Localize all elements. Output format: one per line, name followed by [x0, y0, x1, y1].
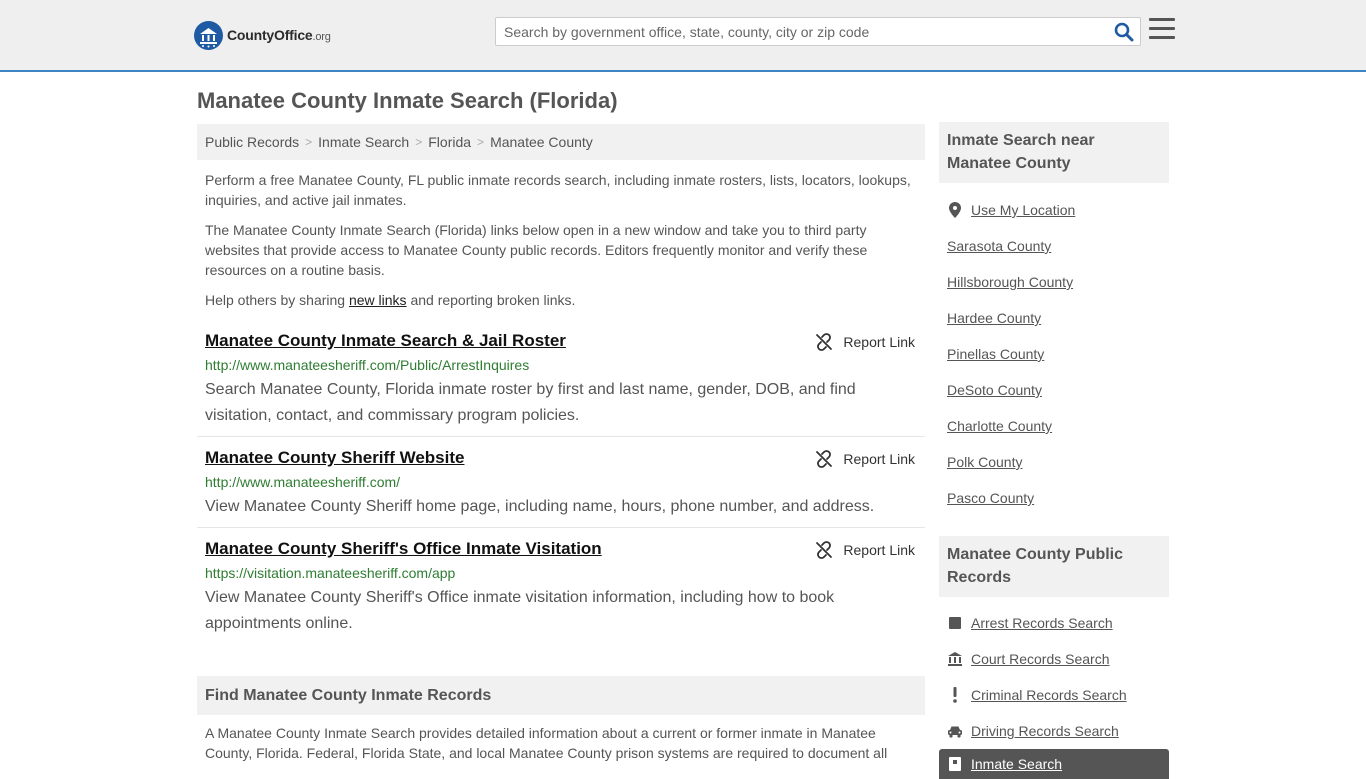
- logo-tld-text: .org: [312, 31, 331, 43]
- breadcrumb-separator: >: [305, 135, 313, 149]
- breadcrumb-manatee-county[interactable]: Manatee County: [490, 134, 593, 150]
- new-links-link[interactable]: new links: [349, 292, 407, 308]
- public-records-heading: Manatee County Public Records: [939, 536, 1169, 597]
- site-header: CountyOffice.org: [0, 0, 1366, 72]
- square-icon: [947, 615, 963, 631]
- use-my-location-link[interactable]: Use My Location: [947, 202, 1075, 218]
- broken-link-icon: [816, 450, 833, 468]
- criminal-records-label: Criminal Records Search: [971, 687, 1127, 703]
- court-records-label: Court Records Search: [971, 651, 1110, 667]
- result-title-link[interactable]: Manatee County Inmate Search & Jail Rost…: [205, 331, 566, 351]
- nearby-county-link[interactable]: Pasco County: [947, 490, 1034, 506]
- search-input[interactable]: [496, 18, 1106, 45]
- report-link-label: Report Link: [843, 451, 915, 467]
- breadcrumb: Public Records > Inmate Search > Florida…: [197, 124, 925, 160]
- result-description: View Manatee County Sheriff home page, i…: [205, 498, 875, 515]
- nearby-county-link[interactable]: Charlotte County: [947, 418, 1052, 434]
- logo-text: CountyOffice.org: [227, 27, 331, 43]
- share-text-before: Help others by sharing: [205, 292, 349, 308]
- report-link-label: Report Link: [843, 334, 915, 350]
- find-records-text: A Manatee County Inmate Search provides …: [205, 725, 888, 761]
- breadcrumb-florida[interactable]: Florida: [428, 134, 471, 150]
- share-text-after: and reporting broken links.: [406, 292, 576, 308]
- intro-paragraph-2: The Manatee County Inmate Search (Florid…: [205, 222, 868, 278]
- result-item: Manatee County Sheriff's Office Inmate V…: [197, 539, 925, 639]
- breadcrumb-separator: >: [477, 135, 485, 149]
- inmate-icon: [947, 756, 963, 772]
- nearby-county-link[interactable]: Hillsborough County: [947, 274, 1073, 290]
- breadcrumb-public-records[interactable]: Public Records: [205, 134, 299, 150]
- nearby-county-link[interactable]: Polk County: [947, 454, 1022, 470]
- result-url[interactable]: https://visitation.manateesheriff.com/ap…: [205, 565, 455, 581]
- criminal-records-link[interactable]: Criminal Records Search: [947, 687, 1127, 703]
- page-title: Manatee County Inmate Search (Florida): [197, 88, 618, 113]
- site-logo[interactable]: CountyOffice.org: [194, 20, 331, 50]
- nearby-county-link[interactable]: Pinellas County: [947, 346, 1044, 362]
- menu-bar: [1149, 27, 1175, 30]
- courthouse-icon: [947, 651, 963, 667]
- breadcrumb-separator: >: [415, 135, 423, 149]
- intro-paragraph-1: Perform a free Manatee County, FL public…: [205, 172, 911, 208]
- court-records-link[interactable]: Court Records Search: [947, 651, 1110, 667]
- search-icon[interactable]: [1114, 22, 1134, 42]
- broken-link-icon: [816, 541, 833, 559]
- intro-paragraph-3: Help others by sharing new links and rep…: [205, 290, 917, 310]
- report-link-button[interactable]: Report Link: [815, 541, 915, 559]
- find-records-heading: Find Manatee County Inmate Records: [197, 676, 925, 715]
- logo-badge-icon: [194, 20, 223, 50]
- nearby-county-link[interactable]: Sarasota County: [947, 238, 1051, 254]
- result-description: View Manatee County Sheriff's Office inm…: [205, 589, 835, 632]
- driving-records-label: Driving Records Search: [971, 723, 1119, 739]
- nearby-heading: Inmate Search near Manatee County: [939, 122, 1169, 183]
- driving-records-link[interactable]: Driving Records Search: [947, 723, 1119, 739]
- logo-main-text: CountyOffice: [227, 27, 313, 43]
- breadcrumb-inmate-search[interactable]: Inmate Search: [318, 134, 409, 150]
- car-icon: [947, 723, 963, 739]
- result-item: Manatee County Inmate Search & Jail Rost…: [197, 331, 925, 437]
- arrest-records-link[interactable]: Arrest Records Search: [947, 615, 1113, 631]
- report-link-label: Report Link: [843, 542, 915, 558]
- inmate-search-link-active[interactable]: Inmate Search: [939, 749, 1169, 779]
- result-title-link[interactable]: Manatee County Sheriff's Office Inmate V…: [205, 539, 602, 559]
- location-pin-icon: [947, 202, 963, 218]
- result-url[interactable]: http://www.manateesheriff.com/: [205, 474, 400, 490]
- exclamation-icon: [947, 687, 963, 703]
- arrest-records-label: Arrest Records Search: [971, 615, 1113, 631]
- result-item: Manatee County Sheriff Website Report Li…: [197, 448, 925, 528]
- menu-bar: [1149, 36, 1175, 39]
- result-title-link[interactable]: Manatee County Sheriff Website: [205, 448, 464, 468]
- use-my-location-label: Use My Location: [971, 202, 1076, 218]
- broken-link-icon: [816, 333, 833, 351]
- result-description: Search Manatee County, Florida inmate ro…: [205, 381, 856, 424]
- inmate-search-label: Inmate Search: [971, 756, 1063, 772]
- nearby-county-link[interactable]: Hardee County: [947, 310, 1041, 326]
- hamburger-menu-icon[interactable]: [1149, 18, 1176, 42]
- report-link-button[interactable]: Report Link: [815, 450, 915, 468]
- menu-bar: [1149, 18, 1175, 21]
- result-url[interactable]: http://www.manateesheriff.com/Public/Arr…: [205, 357, 529, 373]
- search-box: [495, 17, 1141, 46]
- report-link-button[interactable]: Report Link: [815, 333, 915, 351]
- nearby-county-link[interactable]: DeSoto County: [947, 382, 1042, 398]
